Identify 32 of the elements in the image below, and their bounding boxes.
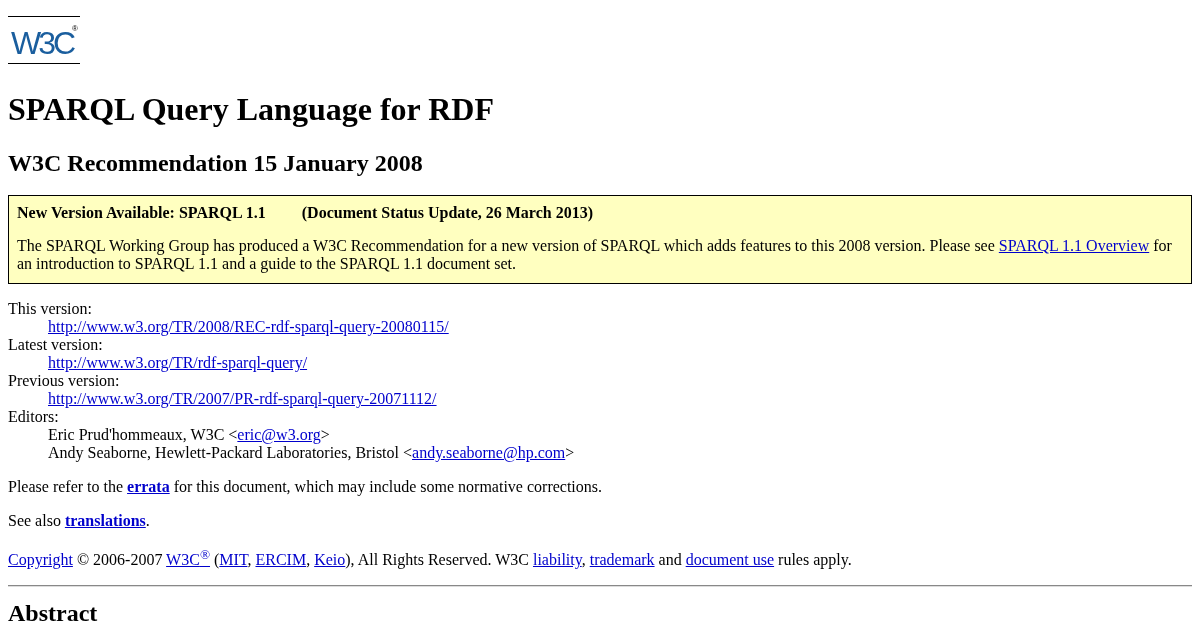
link[interactable]: http://www.w3.org/TR/2007/PR-rdf-sparql-query-20071112/: [48, 390, 437, 407]
link[interactable]: document use: [685, 551, 775, 569]
metadata-label: Editors:: [8, 408, 60, 426]
notice-title: New Version Available: SPARQL 1.1: [17, 204, 266, 222]
link[interactable]: trademark: [589, 551, 655, 569]
copyright-notice: Copyright © 2006-2007 W3C$^{®}$ (MIT, ERCIM, Keio), All Rights Reserved. W3C liability, trademark and document use rules apply.: [8, 546, 853, 570]
w3c-logo[interactable]: W3C®: [8, 16, 80, 64]
page-title: SPARQL Query Language for RDF: [8, 91, 495, 127]
notice-status: (Document Status Update, 26 March 2013): [301, 204, 593, 222]
notice-text: The SPARQL Working Group has produced a W3C Recommendation for a new version of SPARQL which adds features to this 2008 version. Please see SPARQL 1.1 Overview for an introduction to SPARQL 1.1 and a guide to the SPARQL 1.1 document set.: [17, 237, 1173, 273]
link[interactable]: ERCIM: [255, 551, 307, 569]
metadata-value: Eric Prud'hommeaux, W3C <eric@w3.org>: [48, 426, 331, 444]
link[interactable]: translations: [64, 512, 146, 529]
link[interactable]: andy.seaborne@hp.com: [412, 444, 566, 461]
paragraph: See also translations.: [8, 512, 151, 530]
link[interactable]: Copyright: [8, 551, 73, 569]
metadata-label: This version:: [8, 300, 93, 318]
link[interactable]: http://www.w3.org/TR/2008/REC-rdf-sparql-query-20080115/: [48, 318, 449, 335]
link[interactable]: MIT: [219, 551, 248, 569]
link[interactable]: liability: [532, 551, 582, 569]
section-heading: Abstract: [8, 599, 99, 628]
link[interactable]: W3C$^{®}$: [166, 551, 210, 569]
metadata-label: Latest version:: [8, 336, 104, 354]
link[interactable]: SPARQL 1.1 Overview: [998, 237, 1150, 254]
metadata-value: Andy Seaborne, Hewlett-Packard Laboratories, Bristol <andy.seaborne@hp.com>: [48, 444, 576, 462]
metadata-label: Previous version:: [8, 372, 121, 390]
paragraph: Please refer to the errata for this document, which may include some normative corrections.: [8, 478, 604, 496]
page-subtitle: W3C Recommendation 15 January 2008: [8, 149, 424, 177]
link[interactable]: errata: [127, 478, 170, 495]
link[interactable]: http://www.w3.org/TR/rdf-sparql-query/: [48, 354, 308, 371]
link[interactable]: Keio: [314, 551, 346, 569]
link[interactable]: eric@w3.org: [237, 426, 321, 443]
